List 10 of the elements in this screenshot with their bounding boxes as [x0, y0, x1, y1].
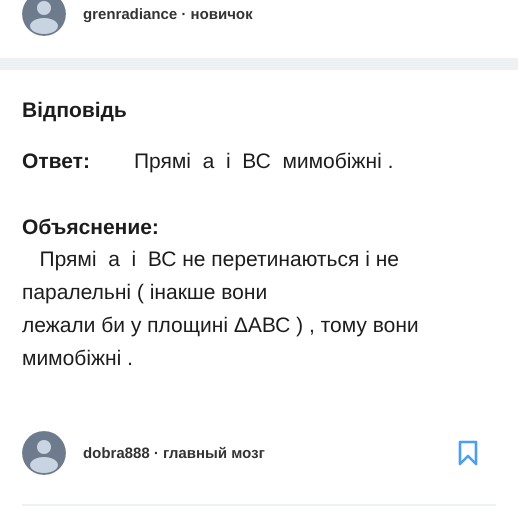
- section-title: Відповідь: [22, 98, 128, 124]
- bookmark-icon[interactable]: [458, 440, 478, 466]
- avatar-icon: [22, 0, 66, 36]
- answer-label: Ответ:: [22, 149, 90, 175]
- author-name[interactable]: dobra888 · главный мозг: [83, 444, 265, 462]
- answer-text: Прямі а і ВС мимобіжні .: [134, 149, 394, 175]
- explanation-text: Прямі а і ВС не перетинаються і не паралельні ( інакше вони лежали би у площині ΔАВС ) , тому вони мимобіжні .: [22, 247, 420, 372]
- avatar-icon: [22, 431, 66, 475]
- explanation-label: Объяснение:: [22, 215, 160, 241]
- author-name[interactable]: grenradiance · новичок: [83, 6, 253, 22]
